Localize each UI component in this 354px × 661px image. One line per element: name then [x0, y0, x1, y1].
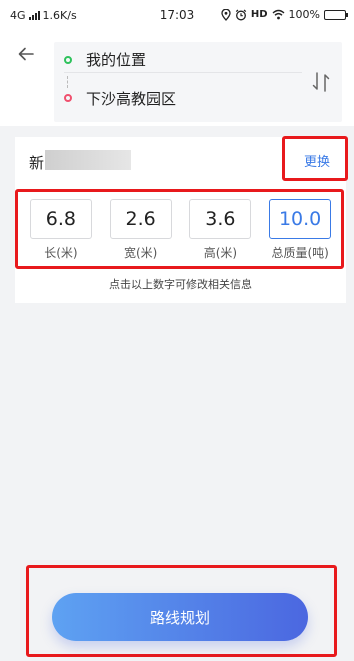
vehicle-card: 新 更换 6.8 长(米) 2.6 宽(米) 3.6 高(米) 10.0 总质量… — [15, 137, 346, 303]
status-bar: 4G 1.6K/s 17:03 HD 100% — [0, 0, 354, 30]
back-arrow-icon[interactable] — [16, 44, 36, 64]
weight-value[interactable]: 10.0 — [269, 199, 332, 239]
dimension-weight[interactable]: 10.0 总质量(吨) — [269, 199, 332, 261]
hd-badge: HD — [250, 9, 268, 20]
length-value[interactable]: 6.8 — [29, 199, 92, 239]
height-label: 高(米) — [203, 246, 238, 260]
dimension-width[interactable]: 2.6 宽(米) — [109, 199, 172, 261]
alarm-icon — [235, 9, 247, 20]
start-dot-icon — [64, 55, 72, 64]
route-plan-button[interactable]: 路线规划 — [52, 593, 308, 641]
status-right: HD 100% — [221, 8, 348, 21]
plate-redaction — [45, 150, 131, 170]
route-end[interactable]: 下沙高教园区 — [64, 85, 302, 111]
change-vehicle-button[interactable]: 更换 — [304, 151, 330, 170]
width-label: 宽(米) — [123, 246, 158, 260]
location-icon — [221, 8, 231, 21]
end-dot-icon — [64, 94, 72, 102]
length-label: 长(米) — [44, 246, 78, 260]
weight-label: 总质量(吨) — [271, 246, 329, 260]
route-start[interactable]: 我的位置 — [64, 47, 302, 73]
dimension-list: 6.8 长(米) 2.6 宽(米) 3.6 高(米) 10.0 总质量(吨) — [15, 199, 346, 261]
plate-number: 新 — [29, 154, 45, 172]
route-end-label: 下沙高教园区 — [86, 89, 177, 108]
route-start-label: 我的位置 — [86, 51, 147, 69]
edit-hint: 点击以上数字可修改相关信息 — [109, 278, 252, 291]
width-value[interactable]: 2.6 — [109, 199, 172, 239]
route-header: 我的位置 下沙高教园区 — [0, 30, 354, 126]
route-box: 我的位置 下沙高教园区 — [54, 42, 342, 122]
battery-percent: 100% — [288, 8, 320, 21]
swap-icon[interactable] — [310, 70, 332, 94]
wifi-icon — [272, 9, 285, 20]
battery-icon — [324, 9, 348, 20]
dimension-length[interactable]: 6.8 长(米) — [29, 199, 92, 261]
dimension-height[interactable]: 3.6 高(米) — [189, 199, 252, 261]
height-value[interactable]: 3.6 — [189, 199, 252, 239]
